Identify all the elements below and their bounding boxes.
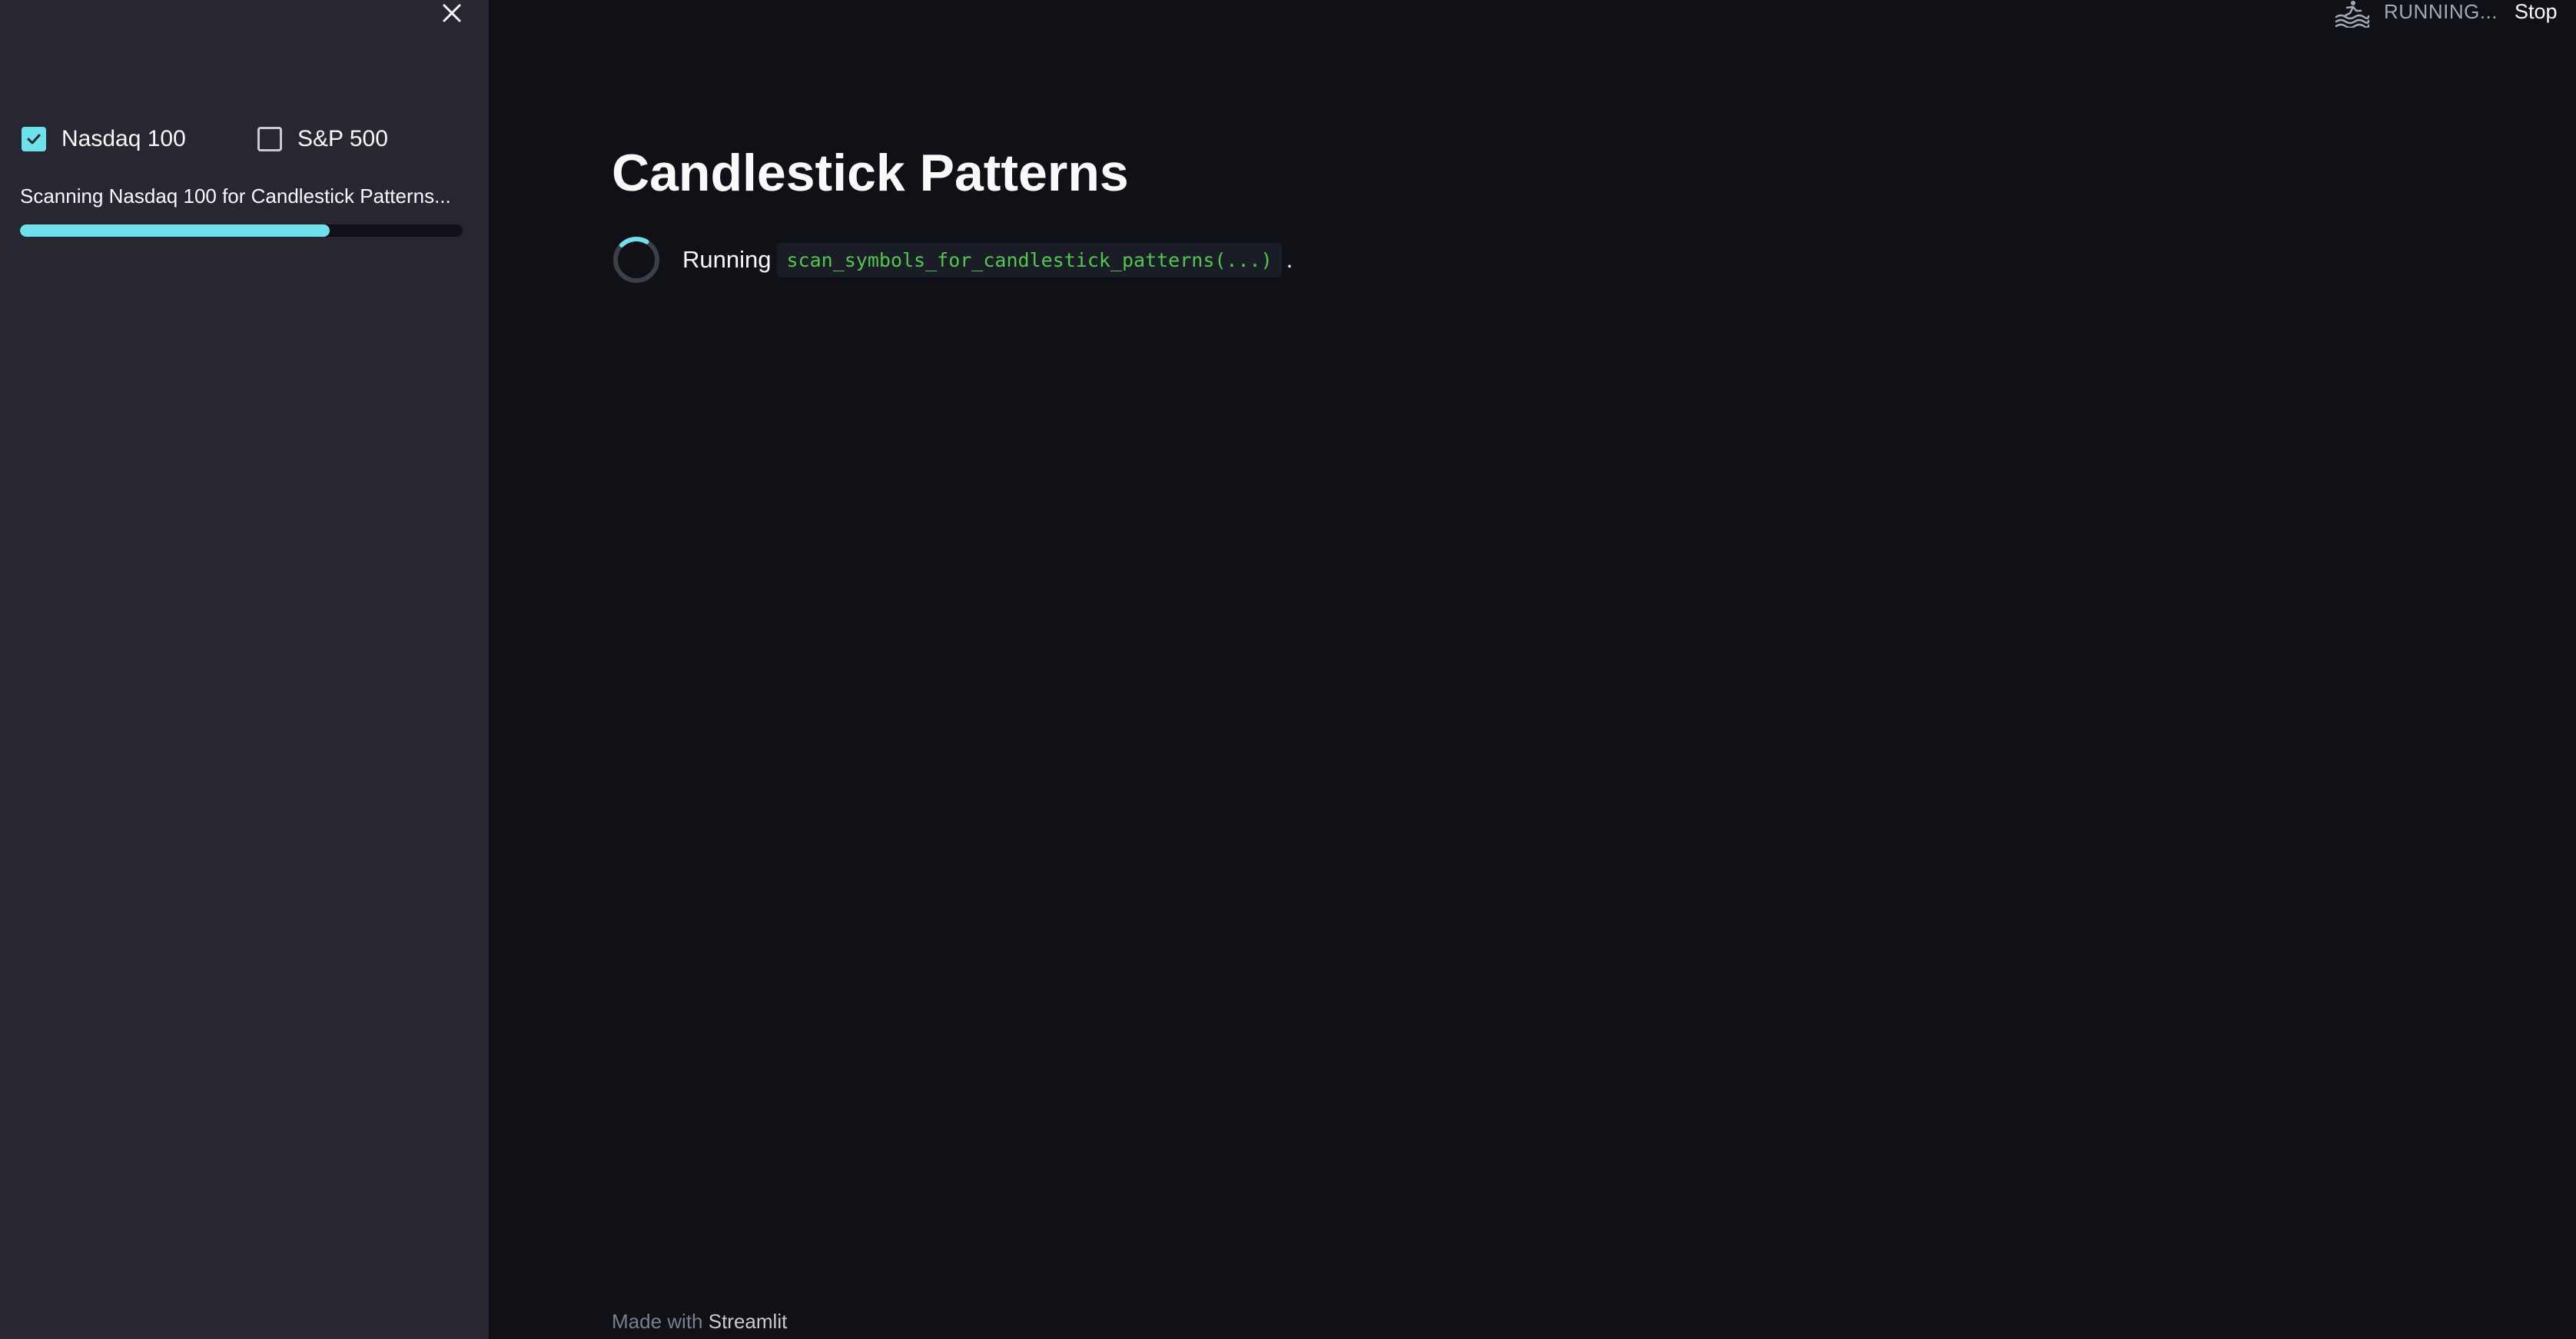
page-title: Candlestick Patterns (612, 144, 1129, 202)
running-suffix: . (1286, 246, 1293, 273)
stop-button[interactable]: Stop (2515, 0, 2558, 24)
checkbox-box-checked[interactable] (22, 127, 46, 151)
progress-bar (20, 224, 463, 237)
running-man-icon (2335, 1, 2370, 28)
footer: Made with Streamlit (612, 1310, 787, 1334)
streamlit-link[interactable]: Streamlit (709, 1310, 788, 1333)
checkbox-sp-500[interactable]: S&P 500 (257, 126, 388, 152)
footer-prefix: Made with (612, 1310, 703, 1333)
close-icon (443, 4, 461, 22)
spinner-icon (613, 237, 659, 283)
app-status-text: RUNNING... (2384, 0, 2498, 23)
checkbox-box-unchecked[interactable] (257, 127, 282, 151)
checkbox-label: S&P 500 (297, 126, 388, 151)
check-icon (27, 134, 41, 145)
progress-bar-fill (20, 224, 330, 237)
running-label: Running (682, 246, 772, 273)
checkbox-nasdaq-100[interactable]: Nasdaq 100 (22, 126, 186, 152)
scan-status-text: Scanning Nasdaq 100 for Candlestick Patt… (20, 184, 451, 208)
checkbox-label: Nasdaq 100 (61, 126, 186, 151)
running-indicator: Running scan_symbols_for_candlestick_pat… (612, 235, 1293, 284)
running-function-code: scan_symbols_for_candlestick_patterns(..… (777, 242, 1282, 277)
sidebar-close-button[interactable] (437, 0, 467, 26)
sidebar: Nasdaq 100 S&P 500 Scanning Nasdaq 100 f… (0, 0, 489, 1339)
